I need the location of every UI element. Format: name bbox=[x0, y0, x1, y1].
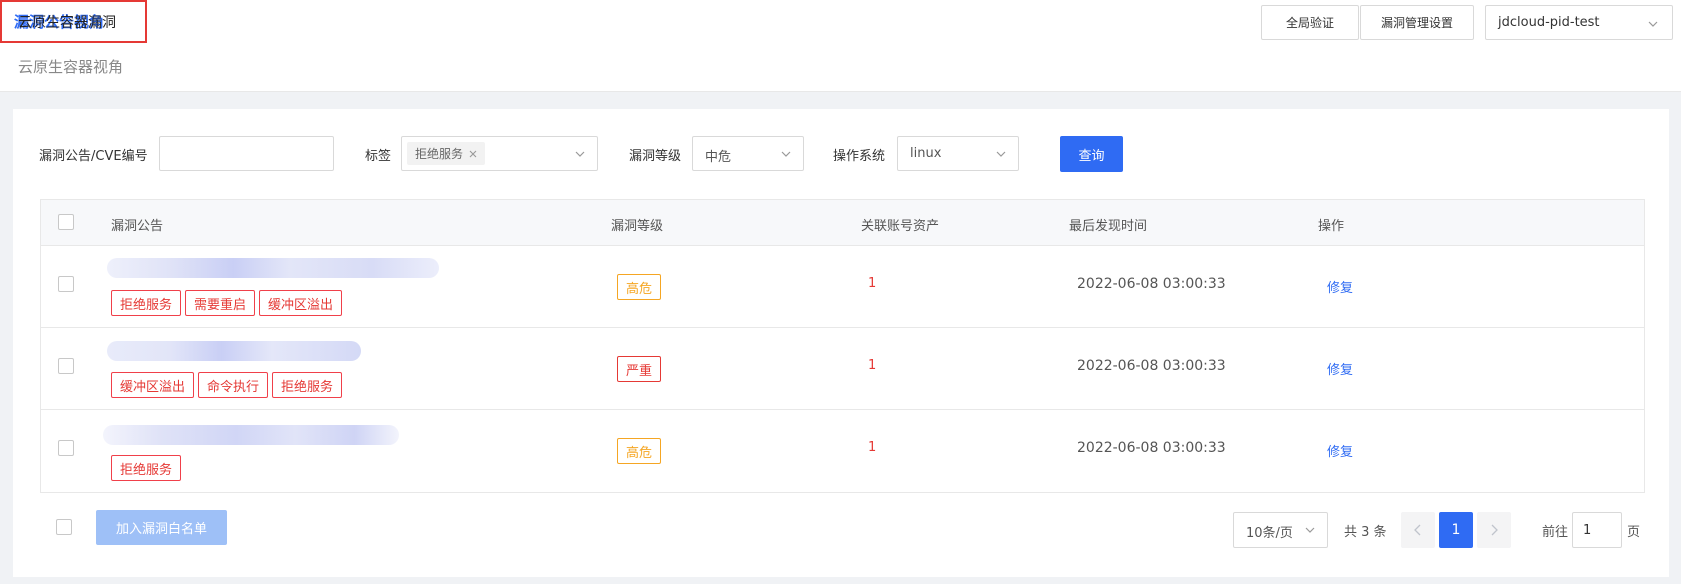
os-select-value: linux bbox=[910, 146, 942, 161]
vuln-tag: 拒绝服务 bbox=[111, 455, 182, 481]
fix-link[interactable]: 修复 bbox=[1327, 359, 1353, 378]
header: 云原生容器漏洞 全局验证 漏洞管理设置 jdcloud-pid-test 云原生… bbox=[0, 0, 1681, 92]
asset-count[interactable]: 1 bbox=[868, 440, 876, 455]
redacted-bulletin-title bbox=[107, 341, 361, 361]
vuln-tag: 需要重启 bbox=[185, 290, 256, 316]
level-badge: 高危 bbox=[617, 438, 662, 464]
column-header-level: 漏洞等级 bbox=[611, 219, 664, 234]
vuln-tag: 拒绝服务 bbox=[111, 290, 182, 316]
asset-count[interactable]: 1 bbox=[868, 276, 876, 291]
chevron-right-icon bbox=[1491, 524, 1498, 536]
select-all-checkbox[interactable] bbox=[58, 214, 74, 230]
table-row: 拒绝服务 需要重启 缓冲区溢出 高危 1 2022-06-08 03:00:33… bbox=[41, 246, 1644, 328]
os-select[interactable]: linux bbox=[897, 136, 1019, 171]
chevron-down-icon bbox=[1648, 21, 1658, 27]
cve-input[interactable] bbox=[159, 136, 334, 171]
column-header-last-seen: 最后发现时间 bbox=[1069, 219, 1148, 234]
redacted-bulletin-title bbox=[107, 258, 439, 278]
tag-select[interactable]: 拒绝服务 bbox=[401, 136, 598, 171]
os-filter-label: 操作系统 bbox=[833, 149, 886, 164]
goto-page-input[interactable]: 1 bbox=[1572, 512, 1622, 548]
row-tags: 拒绝服务 bbox=[111, 455, 182, 481]
goto-unit-label: 页 bbox=[1627, 525, 1641, 540]
prev-page-button[interactable] bbox=[1401, 512, 1435, 548]
page-size-select[interactable]: 10条/页 bbox=[1233, 512, 1328, 548]
page-number-button[interactable]: 1 bbox=[1439, 512, 1473, 548]
last-seen-time: 2022-06-08 03:00:33 bbox=[1077, 440, 1226, 456]
add-to-whitelist-button[interactable]: 加入漏洞白名单 bbox=[96, 510, 227, 545]
column-header-action: 操作 bbox=[1318, 219, 1345, 234]
fix-link[interactable]: 修复 bbox=[1327, 277, 1353, 296]
vuln-tag: 缓冲区溢出 bbox=[259, 290, 343, 316]
vuln-table: 漏洞公告 漏洞等级 关联账号资产 最后发现时间 操作 拒绝服务 需要重启 缓冲区… bbox=[40, 199, 1645, 493]
footer-select-all-checkbox[interactable] bbox=[56, 519, 72, 535]
chevron-down-icon bbox=[781, 151, 791, 157]
last-seen-time: 2022-06-08 03:00:33 bbox=[1077, 358, 1226, 374]
vuln-tag: 拒绝服务 bbox=[272, 372, 343, 398]
tag-filter-label: 标签 bbox=[365, 149, 392, 164]
vuln-tag: 命令执行 bbox=[198, 372, 269, 398]
asset-count[interactable]: 1 bbox=[868, 358, 876, 373]
cve-filter-label: 漏洞公告/CVE编号 bbox=[39, 149, 148, 164]
chevron-down-icon bbox=[575, 151, 585, 157]
goto-label: 前往 bbox=[1542, 525, 1569, 540]
account-select[interactable]: jdcloud-pid-test bbox=[1485, 5, 1673, 40]
row-checkbox[interactable] bbox=[58, 358, 74, 374]
fix-link[interactable]: 修复 bbox=[1327, 441, 1353, 460]
global-verify-button[interactable]: 全局验证 bbox=[1261, 5, 1359, 40]
selected-tag-label: 拒绝服务 bbox=[415, 147, 464, 161]
level-badge: 严重 bbox=[617, 356, 662, 382]
chevron-left-icon bbox=[1414, 524, 1421, 536]
account-select-value: jdcloud-pid-test bbox=[1498, 15, 1600, 30]
column-header-assets: 关联账号资产 bbox=[861, 219, 940, 234]
column-header-bulletin: 漏洞公告 bbox=[111, 219, 164, 234]
row-tags: 缓冲区溢出 命令执行 拒绝服务 bbox=[111, 372, 343, 398]
level-select-value: 中危 bbox=[705, 150, 732, 165]
level-select[interactable]: 中危 bbox=[692, 136, 804, 171]
last-seen-time: 2022-06-08 03:00:33 bbox=[1077, 276, 1226, 292]
next-page-button[interactable] bbox=[1477, 512, 1511, 548]
row-tags: 拒绝服务 需要重启 缓冲区溢出 bbox=[111, 290, 343, 316]
table-header: 漏洞公告 漏洞等级 关联账号资产 最后发现时间 操作 bbox=[41, 200, 1644, 246]
vuln-tag: 缓冲区溢出 bbox=[111, 372, 195, 398]
tab-container-view[interactable]: 云原生容器视角 bbox=[18, 56, 123, 77]
table-row: 缓冲区溢出 命令执行 拒绝服务 严重 1 2022-06-08 03:00:33… bbox=[41, 328, 1644, 410]
close-icon[interactable] bbox=[469, 150, 477, 158]
row-checkbox[interactable] bbox=[58, 276, 74, 292]
chevron-down-icon bbox=[1305, 527, 1315, 533]
pagination-total: 共 3 条 bbox=[1344, 525, 1387, 540]
query-button[interactable]: 查询 bbox=[1060, 136, 1123, 172]
redacted-bulletin-title bbox=[103, 425, 399, 445]
selected-tag-chip: 拒绝服务 bbox=[407, 142, 486, 165]
table-row: 拒绝服务 高危 1 2022-06-08 03:00:33 修复 bbox=[41, 410, 1644, 492]
chevron-down-icon bbox=[996, 151, 1006, 157]
vuln-settings-button[interactable]: 漏洞管理设置 bbox=[1360, 5, 1474, 40]
page-size-value: 10条/页 bbox=[1246, 526, 1293, 541]
level-filter-label: 漏洞等级 bbox=[629, 149, 682, 164]
level-badge: 高危 bbox=[617, 274, 662, 300]
row-checkbox[interactable] bbox=[58, 440, 74, 456]
page-title: 云原生容器漏洞 bbox=[18, 15, 116, 31]
